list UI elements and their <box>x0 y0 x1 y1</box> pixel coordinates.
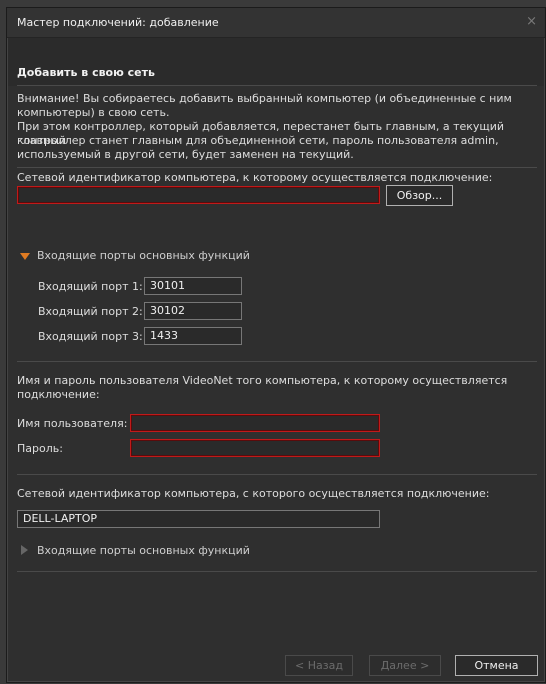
ports-section-toggle[interactable]: Входящие порты основных функций <box>37 249 250 262</box>
divider <box>17 474 537 475</box>
next-button[interactable]: Далее > <box>369 655 441 676</box>
credentials-info-line-1: Имя и пароль пользователя VideoNet того … <box>17 374 508 387</box>
port-2-input[interactable]: 30102 <box>144 302 242 320</box>
divider <box>17 85 537 86</box>
back-button[interactable]: < Назад <box>285 655 353 676</box>
triangle-down-icon[interactable] <box>20 253 30 260</box>
source-ports-section-toggle[interactable]: Входящие порты основных функций <box>37 544 250 557</box>
password-label: Пароль: <box>17 442 63 455</box>
target-id-input[interactable] <box>17 186 380 204</box>
source-id-input[interactable]: DELL-LAPTOP <box>17 510 380 528</box>
port-1-label: Входящий порт 1: <box>38 280 143 293</box>
connection-wizard-window: Мастер подключений: добавление × Добавит… <box>6 7 546 683</box>
port-3-input[interactable]: 1433 <box>144 327 242 345</box>
warning-line-5: используемый в другой сети, будет замене… <box>17 148 354 161</box>
title-bar: Мастер подключений: добавление × <box>7 8 545 38</box>
warning-line-4: контроллер станет главным для объединенн… <box>17 134 499 147</box>
port-3-label: Входящий порт 3: <box>38 330 143 343</box>
warning-line-2: компьютеры) в свою сеть. <box>17 106 170 119</box>
target-id-label: Сетевой идентификатор компьютера, к кото… <box>17 171 493 184</box>
browse-button[interactable]: Обзор... <box>386 185 453 206</box>
section-title: Добавить в свою сеть <box>17 66 155 79</box>
divider <box>17 167 537 168</box>
cancel-button[interactable]: Отмена <box>455 655 538 676</box>
port-1-input[interactable]: 30101 <box>144 277 242 295</box>
close-icon[interactable]: × <box>526 14 537 29</box>
source-id-label: Сетевой идентификатор компьютера, с кото… <box>17 487 490 500</box>
warning-line-1: Внимание! Вы собираетесь добавить выбран… <box>17 92 512 105</box>
divider <box>17 571 537 572</box>
password-input[interactable] <box>130 439 380 457</box>
window-title: Мастер подключений: добавление <box>17 16 219 29</box>
divider <box>17 361 537 362</box>
triangle-right-icon[interactable] <box>21 545 28 555</box>
username-input[interactable] <box>130 414 380 432</box>
port-2-label: Входящий порт 2: <box>38 305 143 318</box>
credentials-info-line-2: подключение: <box>17 388 100 401</box>
username-label: Имя пользователя: <box>17 417 128 430</box>
